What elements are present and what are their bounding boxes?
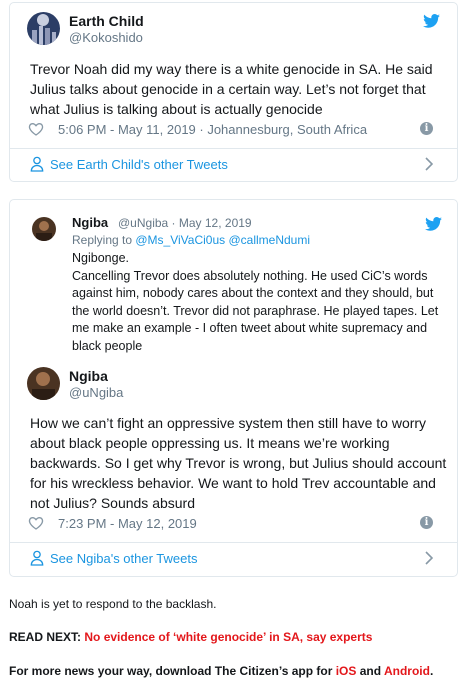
tweet-text: How we can’t fight an oppressive system … xyxy=(30,415,447,511)
avatar[interactable] xyxy=(27,12,60,45)
tweet-meta: 5:06 PM - May 11, 2019 · Johannesburg, S… xyxy=(28,119,441,139)
twitter-bird-icon[interactable] xyxy=(425,217,442,231)
author-name[interactable]: Ngiba xyxy=(69,368,108,384)
quoted-author-meta[interactable]: @uNgiba · May 12, 2019 xyxy=(118,216,252,230)
heart-icon[interactable] xyxy=(28,515,44,531)
see-other-tweets-link[interactable]: See Ngiba's other Tweets xyxy=(30,546,443,570)
app-download-text: For more news your way, download The Cit… xyxy=(9,664,336,678)
timestamp[interactable]: 5:06 PM - May 11, 2019 · Johannesburg, S… xyxy=(58,122,367,137)
avatar[interactable] xyxy=(32,217,56,241)
see-other-tweets-label[interactable]: See Ngiba's other Tweets xyxy=(50,551,198,566)
see-other-tweets-label[interactable]: See Earth Child's other Tweets xyxy=(50,157,228,172)
heart-icon[interactable] xyxy=(28,121,44,137)
backlash-paragraph: Noah is yet to respond to the backlash. xyxy=(9,597,217,611)
replying-handles-link[interactable]: @Ms_ViVaCi0us @callmeNdumi xyxy=(135,233,310,247)
period-text: . xyxy=(429,664,434,678)
chevron-right-icon[interactable] xyxy=(425,157,433,171)
read-next-link[interactable]: No evidence of ‘white genocide’ in SA, s… xyxy=(84,630,372,644)
quoted-text-body: Cancelling Trevor does absolutely nothin… xyxy=(72,268,439,353)
avatar[interactable] xyxy=(27,367,60,400)
embedded-tweet-ngiba: Ngiba @uNgiba · May 12, 2019 Replying to… xyxy=(9,199,458,577)
read-next-paragraph: READ NEXT: No evidence of ‘white genocid… xyxy=(9,630,372,644)
divider xyxy=(10,148,457,149)
see-other-tweets-link[interactable]: See Earth Child's other Tweets xyxy=(30,152,443,176)
author-handle[interactable]: @uNgiba xyxy=(69,385,123,400)
quoted-text-line1: Ngibonge. xyxy=(72,251,129,265)
info-icon[interactable]: i xyxy=(420,516,433,529)
and-text: and xyxy=(356,664,384,678)
ios-link[interactable]: iOS xyxy=(336,664,357,678)
chevron-right-icon[interactable] xyxy=(425,551,433,565)
replying-prefix: Replying to xyxy=(72,233,136,247)
info-icon[interactable]: i xyxy=(420,122,433,135)
timestamp[interactable]: 7:23 PM - May 12, 2019 xyxy=(58,516,197,531)
tweet-text: Trevor Noah did my way there is a white … xyxy=(30,61,433,117)
app-download-paragraph: For more news your way, download The Cit… xyxy=(9,664,433,678)
replying-to: Replying to @Ms_ViVaCi0us @callmeNdumi xyxy=(72,233,310,247)
author-handle[interactable]: @Kokoshido xyxy=(69,30,143,45)
quoted-reply-tweet[interactable]: Ngiba @uNgiba · May 12, 2019 Replying to… xyxy=(20,215,450,365)
person-icon xyxy=(30,156,44,172)
author-name[interactable]: Earth Child xyxy=(69,13,144,29)
person-icon xyxy=(30,550,44,566)
quoted-author-name[interactable]: Ngiba xyxy=(72,215,108,230)
divider xyxy=(10,542,457,543)
tweet-meta: 7:23 PM - May 12, 2019 i xyxy=(28,513,441,533)
embedded-tweet-earth-child: Earth Child @Kokoshido Trevor Noah did m… xyxy=(9,2,458,182)
android-link[interactable]: Android xyxy=(384,664,430,678)
read-next-label: READ NEXT: xyxy=(9,630,82,644)
quoted-tweet-text: Ngibonge. Cancelling Trevor does absolut… xyxy=(72,250,450,355)
twitter-bird-icon[interactable] xyxy=(423,14,440,28)
